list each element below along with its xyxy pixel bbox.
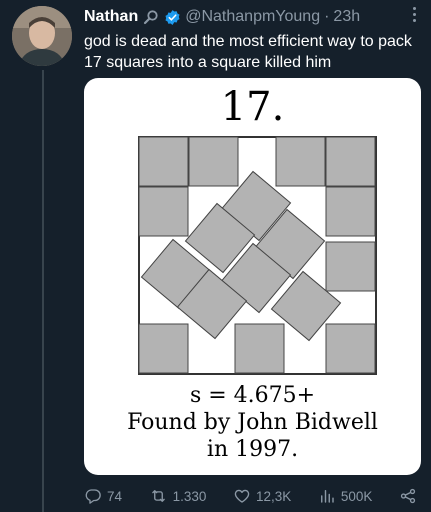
author-handle[interactable]: @NathanpmYoung: [185, 8, 320, 26]
views-button[interactable]: 500K: [318, 487, 373, 505]
tweet-text: god is dead and the most efficient way t…: [84, 33, 412, 71]
more-options-icon[interactable]: [413, 7, 417, 22]
image-title: 17.: [220, 84, 285, 130]
packed-square: [138, 136, 189, 187]
verified-badge-icon[interactable]: [164, 9, 181, 26]
retweet-count: 1.330: [172, 488, 207, 504]
packed-square: [138, 186, 189, 237]
avatar[interactable]: [12, 6, 72, 66]
author-name[interactable]: Nathan: [84, 8, 138, 26]
tweet-actions: 74 1.330 12,3K 500K: [84, 485, 417, 507]
packed-square: [188, 136, 239, 187]
packed-square: [325, 323, 376, 374]
magnifier-icon: [143, 9, 159, 25]
tweet-header: Nathan @NathanpmYoung · 23h: [84, 6, 419, 28]
views-bar-chart-icon: [320, 490, 334, 503]
square-packing-diagram: [138, 136, 377, 375]
credit-text: Found by John Bidwell: [127, 410, 378, 435]
tweet-image[interactable]: 17. s = 4.675+ Found by John Bidwell in …: [84, 78, 421, 475]
side-length-text: s = 4.675+: [189, 383, 316, 408]
like-button[interactable]: 12,3K: [233, 487, 291, 505]
packed-square: [275, 136, 326, 187]
packed-square: [325, 241, 376, 292]
reply-icon: [85, 489, 101, 504]
image-caption: s = 4.675+ Found by John Bidwell in 1997…: [84, 382, 421, 463]
reply-button[interactable]: 74: [84, 487, 122, 505]
heart-icon: [234, 489, 250, 503]
reply-count: 74: [107, 488, 123, 504]
packed-square: [234, 323, 285, 374]
share-button[interactable]: [399, 487, 417, 505]
share-icon: [400, 488, 416, 504]
avatar-photo: [12, 6, 72, 66]
retweet-icon: [151, 490, 165, 502]
tweet-timestamp[interactable]: 23h: [333, 8, 360, 26]
packed-square: [325, 186, 376, 237]
year-text: in 1997.: [206, 437, 299, 462]
separator-dot: ·: [324, 8, 330, 25]
retweet-button[interactable]: 1.330: [149, 487, 207, 505]
like-count: 12,3K: [255, 488, 292, 504]
packed-square: [138, 323, 189, 374]
views-count: 500K: [340, 488, 373, 504]
thread-line: [42, 70, 44, 512]
packed-square: [325, 136, 376, 187]
